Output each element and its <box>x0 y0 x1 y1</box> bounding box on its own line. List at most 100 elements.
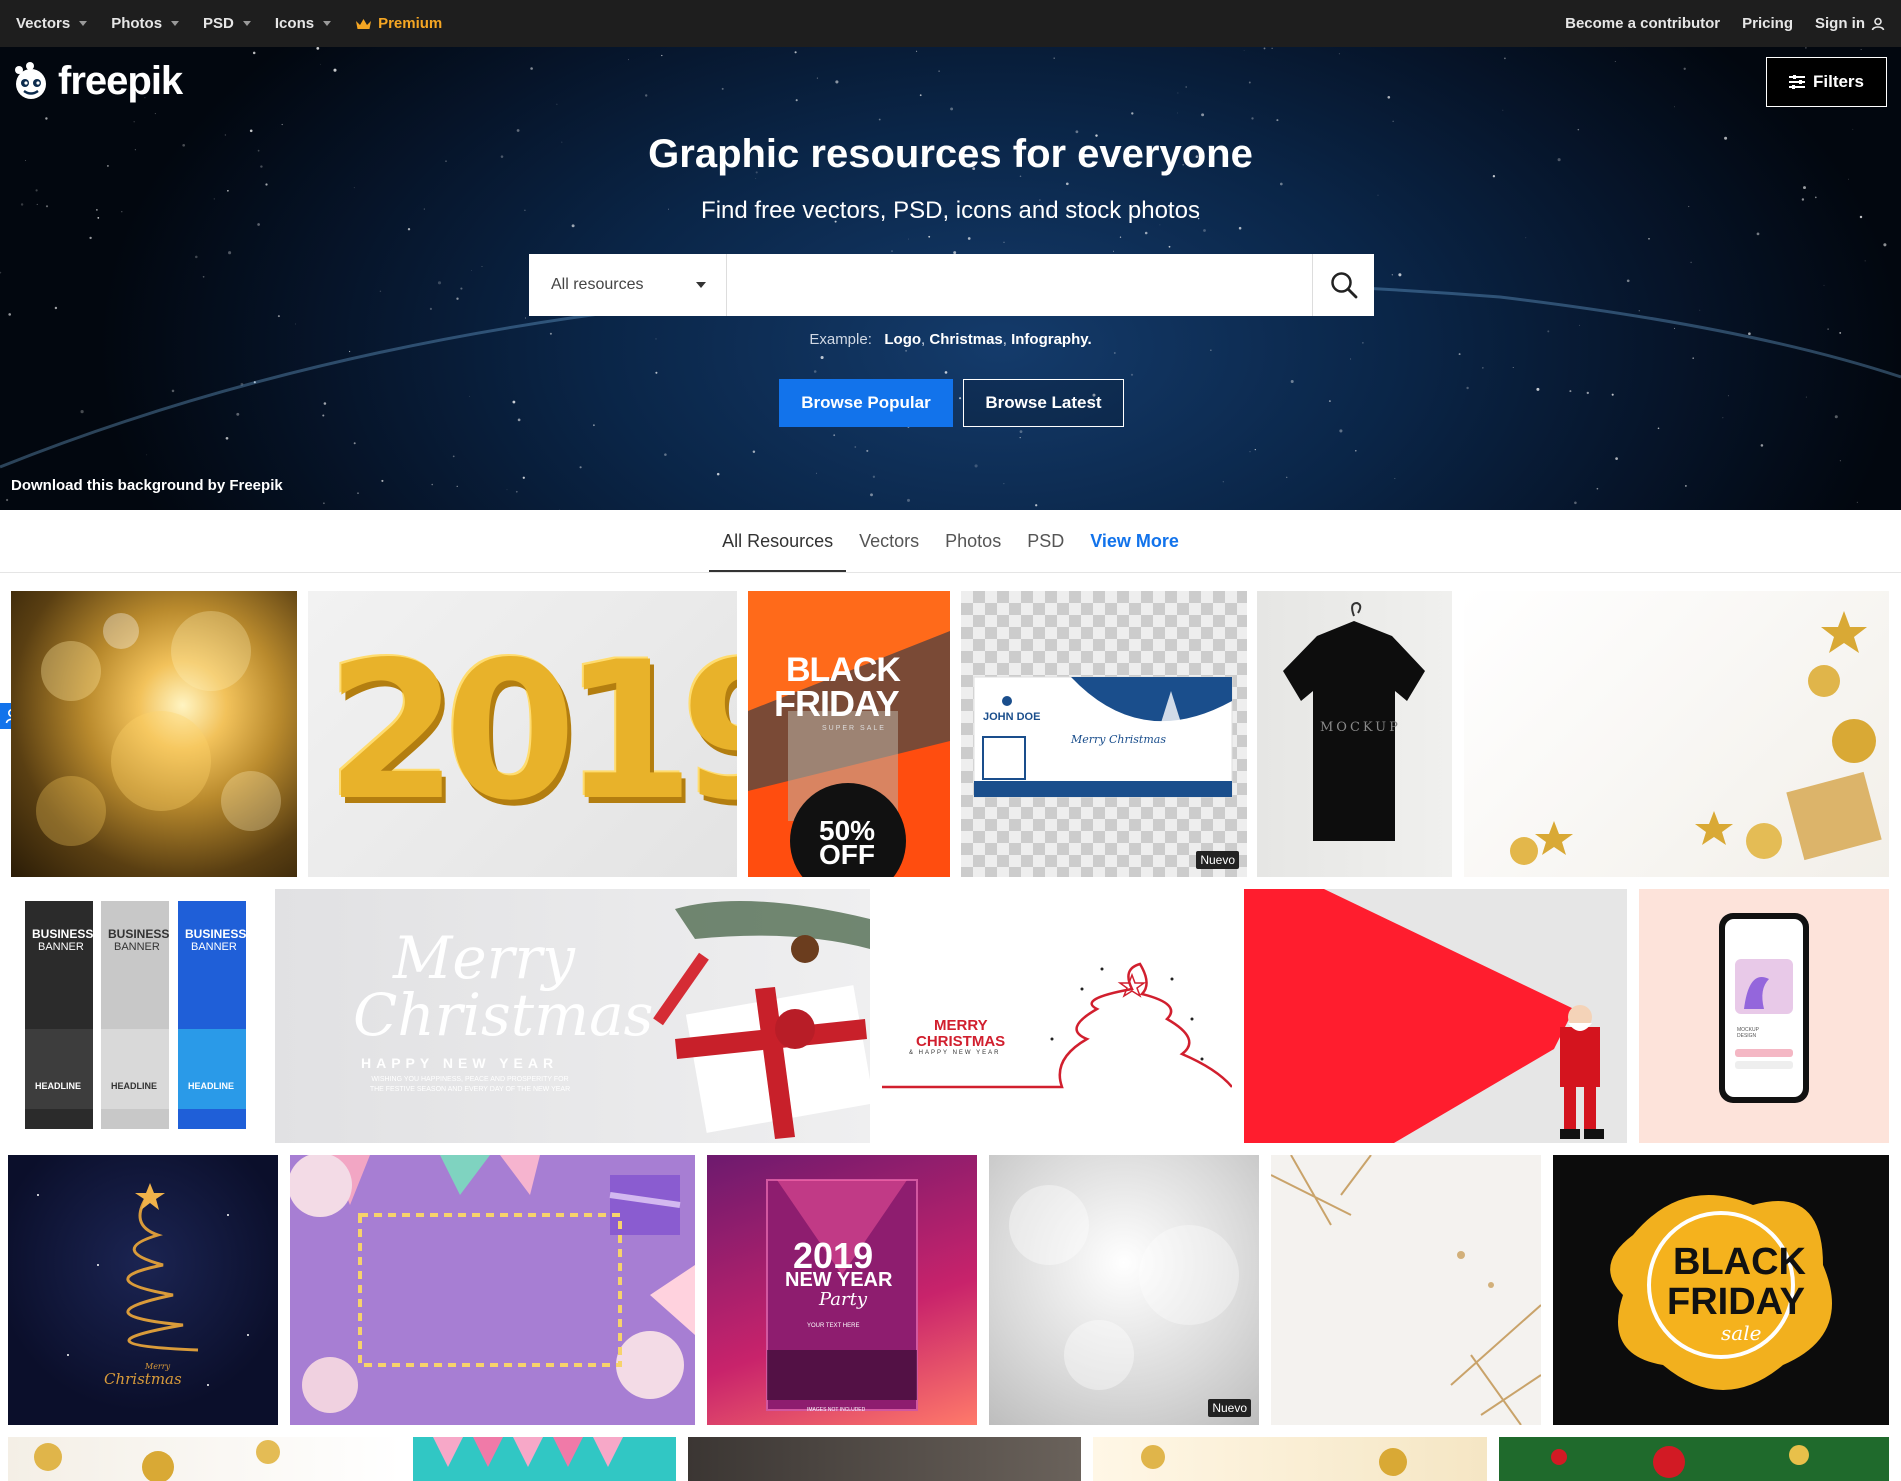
image-tile-2019-balloons[interactable]: 2019 <box>308 591 737 877</box>
image-tile-black-friday-splash[interactable]: BLACK FRIDAY sale <box>1553 1155 1889 1425</box>
star <box>407 228 411 231</box>
nav-premium[interactable]: Premium <box>355 15 442 32</box>
star <box>1856 501 1859 504</box>
star <box>320 63 322 65</box>
caret-down-icon <box>696 282 706 288</box>
star <box>1648 238 1650 240</box>
image-tile-santa-red-cape[interactable] <box>1244 889 1627 1143</box>
star <box>1805 396 1807 398</box>
freepik-logo[interactable]: freepik <box>10 59 183 104</box>
star <box>1249 451 1251 453</box>
card-wishes: WISHING YOU HAPPINESS, PEACE AND PROSPER… <box>369 1076 571 1093</box>
star <box>661 54 663 57</box>
star <box>1387 95 1391 99</box>
tree-christmas: Christmas <box>104 1370 182 1388</box>
example-infography[interactable]: Infography. <box>1011 331 1092 348</box>
star <box>1053 57 1055 59</box>
search-examples: Example: Logo, Christmas, Infography. <box>809 331 1092 348</box>
star <box>1254 449 1256 451</box>
splash-friday: FRIDAY <box>1667 1281 1805 1323</box>
tab-all-resources[interactable]: All Resources <box>709 510 847 572</box>
star <box>1638 310 1640 312</box>
image-tile-phone-mockup[interactable]: MOCKUP DESIGN <box>1639 889 1889 1143</box>
star <box>316 47 320 50</box>
tab-psd[interactable]: PSD <box>1014 510 1077 572</box>
star <box>431 483 433 486</box>
image-tile-silver-bokeh[interactable]: Nuevo <box>989 1155 1259 1425</box>
star <box>80 410 84 414</box>
background-credit-link[interactable]: Download this background by Freepik <box>11 477 283 494</box>
nav-photos[interactable]: Photos <box>111 15 180 32</box>
browse-popular-button[interactable]: Browse Popular <box>779 379 953 427</box>
star <box>815 472 818 474</box>
star <box>452 455 455 458</box>
nav-become-contributor[interactable]: Become a contributor <box>1565 15 1720 32</box>
star <box>1290 380 1294 383</box>
image-tile-gold-bokeh[interactable] <box>11 591 297 877</box>
image-tile-gold-ornaments-2[interactable] <box>8 1437 402 1481</box>
nav-vectors[interactable]: Vectors <box>16 15 88 32</box>
bokeh-lights <box>36 611 281 846</box>
image-tile-merry-christmas-photo[interactable]: Merry Christmas HAPPY NEW YEAR WISHING Y… <box>275 889 870 1143</box>
nav-icons[interactable]: Icons <box>275 15 332 32</box>
image-tile-gold-branches[interactable] <box>1271 1155 1541 1425</box>
filters-button[interactable]: Filters <box>1766 57 1887 107</box>
image-tile-black-friday-poster[interactable]: BLACK FRIDAY SUPER SALE 50% OFF <box>748 591 950 877</box>
search-button[interactable] <box>1312 254 1374 316</box>
star <box>1271 47 1273 49</box>
image-tile-party-frame-purple[interactable] <box>290 1155 695 1425</box>
star <box>228 251 232 255</box>
nav-psd[interactable]: PSD <box>203 15 251 32</box>
star <box>1130 373 1134 376</box>
image-tile-gold-stars[interactable] <box>1093 1437 1487 1481</box>
garland-art <box>1551 1445 1809 1478</box>
poster-super-sale: SUPER SALE <box>822 725 886 732</box>
top-navigation: Vectors Photos PSD Icons Premium Become … <box>0 0 1901 47</box>
image-tile-dark-interior[interactable] <box>688 1437 1081 1481</box>
tab-photos[interactable]: Photos <box>932 510 1014 572</box>
star <box>277 315 280 318</box>
gold-ornaments-art <box>1510 611 1882 865</box>
star <box>1279 182 1283 186</box>
star <box>919 94 922 97</box>
banner3-headline: HEADLINE <box>188 1081 235 1091</box>
image-tile-merry-christmas-tree-line[interactable]: MERRY CHRISTMAS & HAPPY NEW YEAR <box>882 889 1232 1143</box>
star <box>872 475 876 478</box>
example-christmas[interactable]: Christmas <box>929 331 1002 348</box>
star <box>721 87 724 90</box>
star <box>1579 324 1580 326</box>
image-tile-tshirt-mockup[interactable]: MOCKUP <box>1257 591 1452 877</box>
image-tile-christmas-business-card[interactable]: JOHN DOE Merry Christmas Nuevo <box>961 591 1247 877</box>
star <box>1203 229 1206 232</box>
search-input[interactable] <box>727 254 1312 316</box>
image-tile-bunting-teal[interactable] <box>413 1437 676 1481</box>
image-tile-new-year-party-flyer[interactable]: 2019 NEW YEAR Party YOUR TEXT HERE IMAGE… <box>707 1155 977 1425</box>
image-tile-business-banners[interactable]: BUSINESS BANNER BUSINESS BANNER BUSINESS… <box>8 889 263 1143</box>
star <box>45 117 48 120</box>
star <box>1392 120 1394 122</box>
star <box>1525 237 1527 239</box>
star <box>967 237 971 240</box>
image-tile-gold-tree-navy[interactable]: Merry Christmas <box>8 1155 278 1425</box>
star <box>870 493 873 497</box>
star <box>323 402 327 405</box>
browse-latest-button[interactable]: Browse Latest <box>963 379 1124 427</box>
star <box>816 77 818 79</box>
star <box>908 238 910 240</box>
resource-type-select[interactable]: All resources <box>529 254 727 316</box>
tab-vectors[interactable]: Vectors <box>846 510 932 572</box>
nav-pricing[interactable]: Pricing <box>1742 15 1793 32</box>
image-tile-christmas-garland[interactable] <box>1499 1437 1889 1481</box>
star <box>1144 231 1148 235</box>
example-logo[interactable]: Logo <box>884 331 921 348</box>
image-tile-gold-ornaments[interactable] <box>1464 591 1889 877</box>
star <box>1168 245 1171 248</box>
tab-view-more[interactable]: View More <box>1077 510 1192 572</box>
star <box>1834 415 1838 419</box>
banner1-headline: HEADLINE <box>35 1081 82 1091</box>
new-badge: Nuevo <box>1208 1399 1251 1417</box>
nav-sign-in[interactable]: Sign in <box>1815 15 1885 32</box>
star <box>1003 483 1005 485</box>
banner3-subtitle: BANNER <box>191 941 237 953</box>
star <box>379 290 382 293</box>
